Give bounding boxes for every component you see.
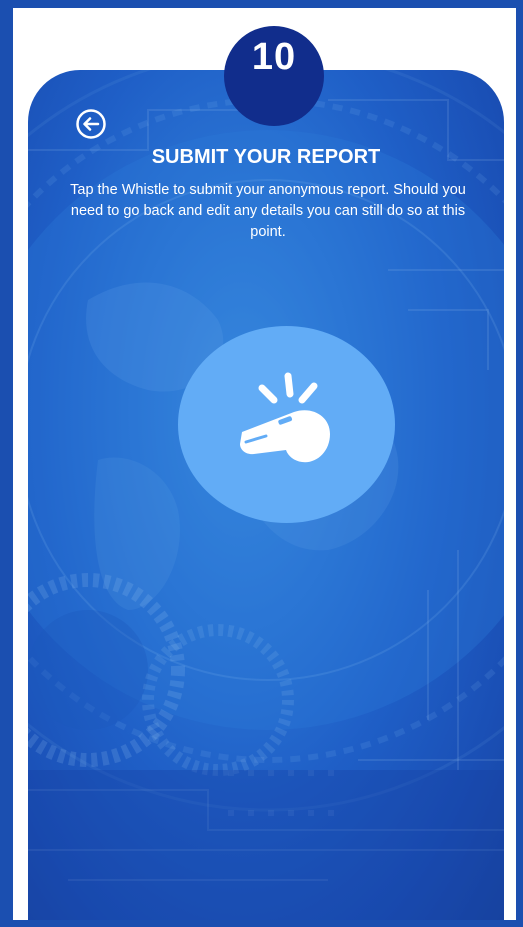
instructions-text: Tap the Whistle to submit your anonymous… (70, 182, 466, 240)
screen-frame: SUBMIT YOUR REPORT Tap the Whistle to su… (13, 8, 516, 920)
step-number-badge: 10 (224, 26, 324, 126)
report-card: SUBMIT YOUR REPORT Tap the Whistle to su… (28, 70, 504, 920)
back-arrow-icon[interactable] (75, 108, 107, 140)
submit-whistle-button[interactable] (178, 326, 395, 523)
whistle-icon (239, 372, 330, 462)
page-title: SUBMIT YOUR REPORT (151, 146, 381, 168)
step-number: 10 (251, 36, 297, 78)
